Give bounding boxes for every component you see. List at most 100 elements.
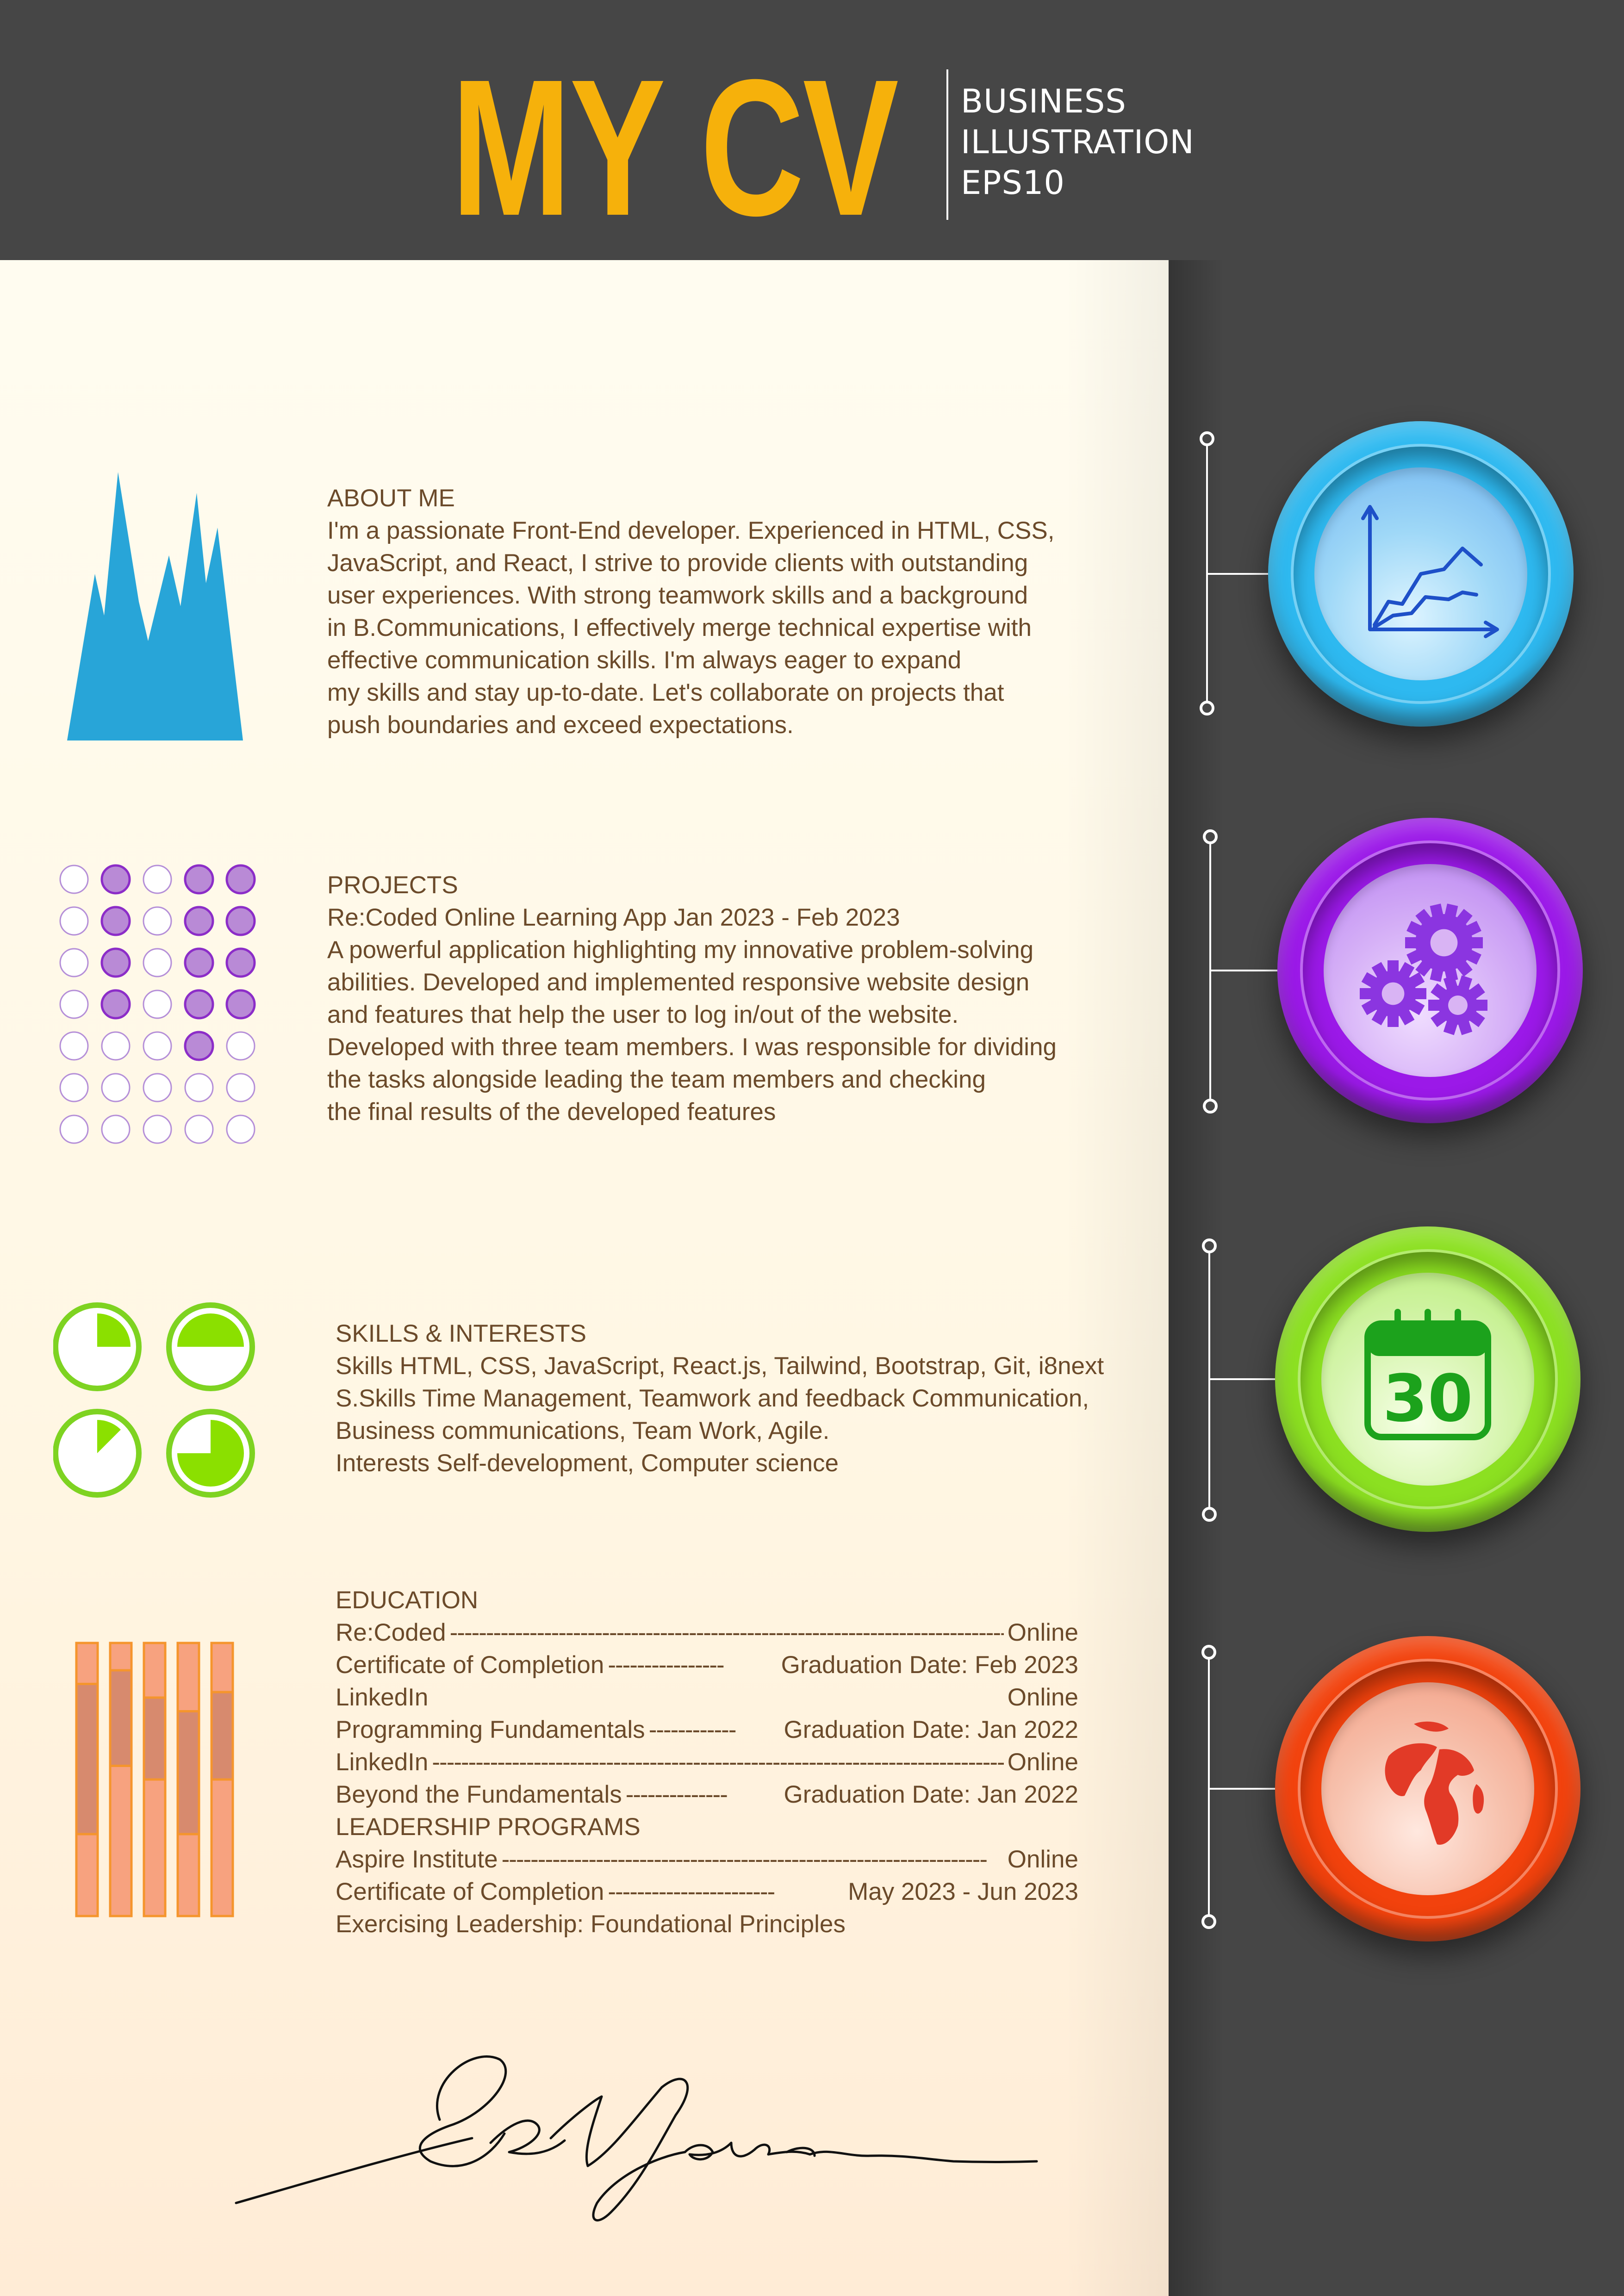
timeline-dot bbox=[1203, 829, 1218, 844]
dash-leader: ----------------------------------------… bbox=[501, 1846, 988, 1873]
dot bbox=[100, 989, 131, 1020]
education-row: Exercising Leadership: Foundational Prin… bbox=[336, 1908, 1078, 1941]
dot bbox=[226, 1114, 255, 1144]
pie-chart bbox=[166, 1302, 255, 1391]
header-subtitle: BUSINESS ILLUSTRATION EPS10 bbox=[961, 81, 1195, 203]
timeline-connector bbox=[1209, 1378, 1280, 1380]
header-divider bbox=[946, 69, 948, 220]
education-detail: May 2023 - Jun 2023 bbox=[848, 1878, 1078, 1905]
bar-segment bbox=[176, 1710, 200, 1836]
education-item: LinkedIn bbox=[336, 1684, 429, 1711]
pie-chart bbox=[53, 1302, 142, 1391]
education-title: EDUCATION bbox=[336, 1587, 479, 1614]
dot-matrix-icon bbox=[59, 864, 256, 1144]
bar-segment bbox=[109, 1642, 133, 1672]
badge-face bbox=[1314, 467, 1527, 680]
dot bbox=[143, 1114, 172, 1144]
education-row: Certificate of Completion ---------------… bbox=[336, 1649, 1078, 1681]
projects-line: Re:Coded Online Learning App Jan 2023 - … bbox=[327, 904, 900, 931]
bar-segment bbox=[210, 1642, 234, 1693]
about-line: my skills and stay up-to-date. Let's col… bbox=[327, 679, 1004, 706]
timeline-line bbox=[1209, 837, 1211, 1106]
dash-leader: -------------- bbox=[625, 1781, 728, 1808]
dash-leader bbox=[849, 1908, 1075, 1941]
line-chart-icon bbox=[1338, 491, 1504, 657]
cv-page: MY CV BUSINESS ILLUSTRATION EPS10 ABOUT … bbox=[0, 0, 1624, 2296]
bar-segment bbox=[75, 1683, 99, 1836]
chart-badge bbox=[1268, 421, 1574, 727]
subtitle-line: EPS10 bbox=[961, 164, 1065, 202]
about-title: ABOUT ME bbox=[327, 485, 455, 512]
timeline-dot bbox=[1201, 1645, 1216, 1660]
dot bbox=[101, 1031, 131, 1061]
dash-leader: ---------------- bbox=[608, 1651, 724, 1679]
pie-chart bbox=[53, 1409, 142, 1498]
bar-segment bbox=[176, 1642, 200, 1712]
education-row: Programming Fundamentals ------------ Grad… bbox=[336, 1714, 1078, 1746]
timeline-dot bbox=[1202, 1238, 1217, 1253]
mountain-chart-icon bbox=[67, 472, 243, 740]
dot bbox=[101, 1073, 131, 1102]
education-item: Exercising Leadership: Foundational Prin… bbox=[336, 1910, 846, 1938]
bar-segment bbox=[109, 1765, 133, 1917]
education-row: Beyond the Fundamentals -------------- Gra… bbox=[336, 1779, 1078, 1811]
badge-face bbox=[1324, 864, 1537, 1077]
dot bbox=[59, 906, 89, 936]
education-item: Beyond the Fundamentals bbox=[336, 1781, 622, 1808]
education-row: Certificate of Completion ---------------… bbox=[336, 1876, 1078, 1908]
dot bbox=[143, 989, 172, 1019]
dot bbox=[184, 1114, 214, 1144]
education-row: Aspire Institute ------------------------… bbox=[336, 1843, 1078, 1876]
skills-line: Business communications, Team Work, Agil… bbox=[336, 1417, 830, 1444]
bar-segment bbox=[75, 1642, 99, 1685]
dot bbox=[184, 906, 214, 936]
timeline-connector bbox=[1209, 1788, 1280, 1790]
projects-line: the tasks alongside leading the team mem… bbox=[327, 1066, 986, 1093]
dash-leader bbox=[432, 1681, 1003, 1714]
calendar-badge: 30 bbox=[1275, 1226, 1580, 1532]
projects-line: the final results of the developed featu… bbox=[327, 1098, 776, 1126]
education-detail: Graduation Date: Feb 2023 bbox=[781, 1651, 1078, 1679]
dot bbox=[184, 864, 214, 895]
projects-section: PROJECTS Re:Coded Online Learning App Ja… bbox=[327, 869, 1057, 1128]
projects-line: A powerful application highlighting my i… bbox=[327, 936, 1034, 964]
education-item: LinkedIn bbox=[336, 1748, 429, 1776]
education-item: Certificate of Completion bbox=[336, 1651, 604, 1679]
subtitle-line: ILLUSTRATION bbox=[961, 123, 1195, 161]
bar-segment bbox=[210, 1691, 234, 1781]
education-detail: Graduation Date: Jan 2022 bbox=[784, 1716, 1078, 1743]
dash-leader: ------------ bbox=[648, 1716, 737, 1743]
education-detail: Online bbox=[1007, 1619, 1078, 1646]
bar-segment bbox=[75, 1833, 99, 1917]
badge-face bbox=[1321, 1682, 1534, 1895]
bar-column bbox=[210, 1642, 234, 1917]
projects-line: and features that help the user to log i… bbox=[327, 1001, 959, 1028]
header: MY CV BUSINESS ILLUSTRATION EPS10 bbox=[0, 0, 1624, 260]
skills-title: SKILLS & INTERESTS bbox=[336, 1320, 586, 1347]
dot bbox=[225, 947, 256, 978]
badge-face: 30 bbox=[1321, 1273, 1534, 1486]
dot bbox=[59, 948, 89, 977]
education-row: LinkedIn Online bbox=[336, 1681, 1078, 1714]
dot bbox=[59, 1114, 89, 1144]
timeline-dot bbox=[1200, 701, 1214, 716]
dot bbox=[225, 864, 256, 895]
globe-icon bbox=[1344, 1705, 1511, 1872]
bar-column bbox=[176, 1642, 200, 1917]
dot bbox=[143, 948, 172, 977]
bar-segment bbox=[210, 1778, 234, 1917]
gears-icon bbox=[1347, 887, 1513, 1054]
bar-column bbox=[143, 1642, 167, 1917]
about-line: I'm a passionate Front-End developer. Ex… bbox=[327, 517, 1055, 544]
bar-segment bbox=[143, 1642, 167, 1699]
bar-column bbox=[75, 1642, 99, 1917]
page-title: MY CV bbox=[451, 39, 899, 256]
projects-line: abilities. Developed and implemented res… bbox=[327, 969, 1030, 996]
about-line: push boundaries and exceed expectations. bbox=[327, 711, 794, 739]
skills-section: SKILLS & INTERESTS Skills HTML, CSS, Jav… bbox=[336, 1318, 1104, 1480]
dot bbox=[184, 989, 214, 1020]
projects-line: Developed with three team members. I was… bbox=[327, 1033, 1057, 1061]
dot bbox=[59, 865, 89, 894]
skills-line: Interests Self-development, Computer sci… bbox=[336, 1450, 839, 1477]
dash-leader: ----------------------- bbox=[608, 1878, 775, 1905]
